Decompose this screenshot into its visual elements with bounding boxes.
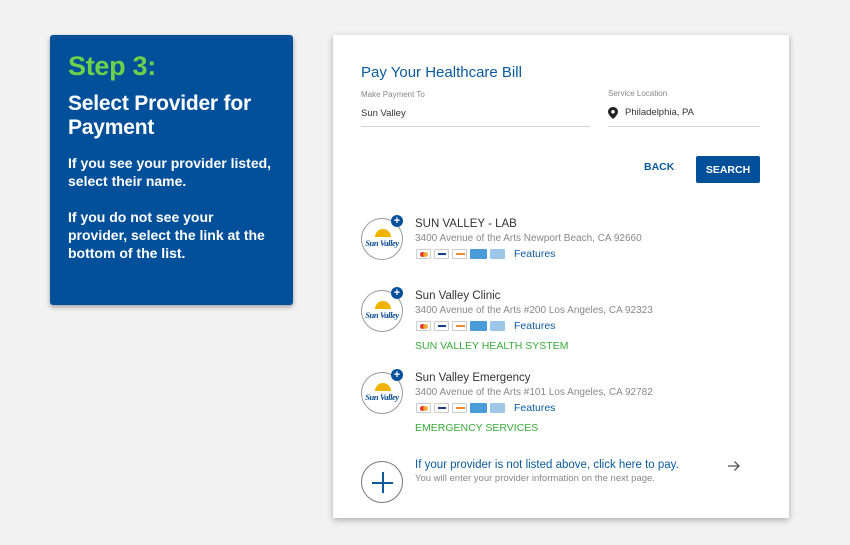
step-instruction-1: If you see your provider listed, select … <box>68 155 272 189</box>
provider-address: 3400 Avenue of the Arts Newport Beach, C… <box>415 233 642 244</box>
location-pin-icon <box>608 107 618 119</box>
make-payment-underline <box>361 126 590 127</box>
step-panel: Step 3: Select Provider for Payment If y… <box>50 35 293 305</box>
card-icon <box>490 249 505 259</box>
plus-badge-icon: + <box>391 287 403 299</box>
sun-icon <box>375 383 391 391</box>
provider-address: 3400 Avenue of the Arts #200 Los Angeles… <box>415 305 653 316</box>
visa-icon <box>434 321 449 331</box>
step-instruction-2: If you do not see your provider, select … <box>68 209 265 261</box>
make-payment-input[interactable]: Sun Valley <box>361 108 406 119</box>
payment-methods: Features <box>416 320 555 332</box>
step-title: Select Provider for Payment <box>68 92 251 139</box>
provider-name: SUN VALLEY - LAB <box>415 218 517 230</box>
visa-icon <box>434 249 449 259</box>
search-button[interactable]: SEARCH <box>696 156 760 183</box>
back-button[interactable]: BACK <box>644 161 674 173</box>
card-title: Pay Your Healthcare Bill <box>361 64 522 81</box>
provider-item[interactable]: Sun Valley + Sun Valley Clinic 3400 Aven… <box>361 287 761 355</box>
mastercard-icon <box>416 321 431 331</box>
plus-badge-icon: + <box>391 369 403 381</box>
provider-item[interactable]: Sun Valley + Sun Valley Emergency 3400 A… <box>361 369 761 437</box>
arrow-right-icon[interactable] <box>727 459 741 473</box>
sun-icon <box>375 301 391 309</box>
card-icon <box>490 403 505 413</box>
health-system-label: SUN VALLEY HEALTH SYSTEM <box>415 340 569 352</box>
discover-icon <box>452 321 467 331</box>
payment-methods: Features <box>416 248 555 260</box>
sun-icon <box>375 229 391 237</box>
provider-not-listed-link[interactable]: If your provider is not listed above, cl… <box>361 459 771 503</box>
provider-name: Sun Valley Emergency <box>415 372 531 384</box>
amex-icon <box>470 403 487 413</box>
card-icon <box>490 321 505 331</box>
features-link[interactable]: Features <box>514 320 555 332</box>
bill-pay-card: Pay Your Healthcare Bill Make Payment To… <box>333 35 789 518</box>
not-listed-subtext: You will enter your provider information… <box>415 473 655 484</box>
amex-icon <box>470 249 487 259</box>
provider-item[interactable]: Sun Valley + SUN VALLEY - LAB 3400 Avenu… <box>361 215 761 263</box>
make-payment-label: Make Payment To <box>361 90 425 99</box>
features-link[interactable]: Features <box>514 402 555 414</box>
add-provider-icon <box>361 461 403 503</box>
provider-name: Sun Valley Clinic <box>415 290 501 302</box>
provider-address: 3400 Avenue of the Arts #101 Los Angeles… <box>415 387 653 398</box>
features-link[interactable]: Features <box>514 248 555 260</box>
service-location-label: Service Location <box>608 89 668 98</box>
step-number: Step 3: <box>68 51 156 81</box>
service-location-underline <box>608 126 760 127</box>
amex-icon <box>470 321 487 331</box>
mastercard-icon <box>416 249 431 259</box>
not-listed-link-text[interactable]: If your provider is not listed above, cl… <box>415 459 679 471</box>
payment-methods: Features <box>416 402 555 414</box>
health-system-label: EMERGENCY SERVICES <box>415 422 539 434</box>
visa-icon <box>434 403 449 413</box>
mastercard-icon <box>416 403 431 413</box>
discover-icon <box>452 249 467 259</box>
service-location-input[interactable]: Philadelphia, PA <box>625 107 694 118</box>
plus-badge-icon: + <box>391 215 403 227</box>
discover-icon <box>452 403 467 413</box>
